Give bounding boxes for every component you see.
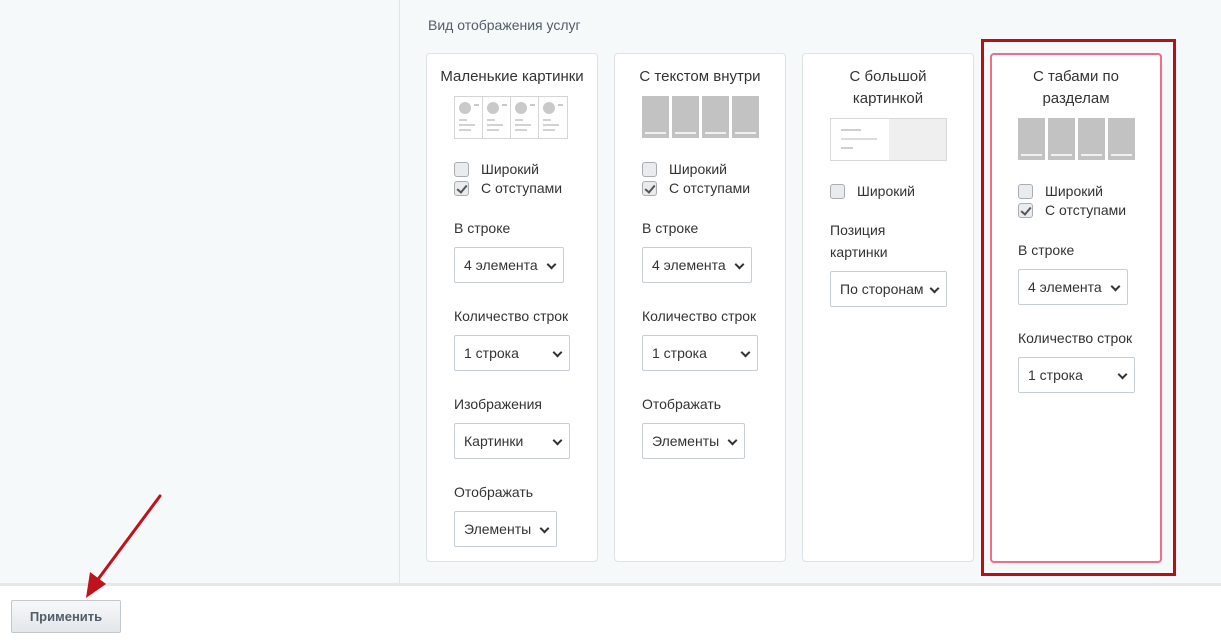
card-title: С текстом внутри (639, 68, 761, 85)
apply-button[interactable]: Применить (11, 600, 121, 633)
checkbox-box[interactable] (830, 183, 845, 199)
field-label: Отображать (642, 396, 722, 412)
card-title-line2: картинкой (852, 90, 924, 107)
field-label-line2: картинки (830, 244, 888, 260)
left-panel (0, 0, 400, 583)
wide-checkbox[interactable]: Широкий (642, 161, 727, 177)
chevron-down-icon (552, 435, 563, 446)
rows-count-select[interactable]: 1 строка (642, 335, 758, 371)
footer-bar (0, 583, 1221, 643)
margins-checkbox[interactable]: С отступами (642, 180, 750, 196)
preview-big-picture-icon (830, 118, 947, 161)
chevron-down-icon (740, 347, 751, 358)
per-row-select[interactable]: 4 элемента (454, 247, 564, 283)
display-select[interactable]: Элементы (642, 423, 745, 459)
picture-position-select[interactable]: По сторонам (830, 271, 947, 307)
chevron-down-icon (552, 347, 563, 358)
card-title: Маленькие картинки (440, 68, 584, 85)
field-label: Количество строк (642, 308, 757, 324)
field-label: В строке (642, 220, 699, 236)
preview-text-inside-icon (642, 96, 759, 138)
field-label: Отображать (454, 484, 534, 500)
view-card-big-picture[interactable]: С большой картинкой Широкий Позиция карт… (802, 53, 974, 562)
view-card-text-inside[interactable]: С текстом внутри Широкий С отступами В с… (614, 53, 786, 562)
checkbox-box[interactable] (642, 161, 657, 177)
section-title: Вид отображения услуг (428, 17, 581, 33)
highlight-frame (981, 39, 1176, 576)
view-card-small-pictures[interactable]: Маленькие картинки Широкий С отступами В… (426, 53, 598, 562)
field-label-line1: Позиция (830, 222, 886, 238)
preview-small-pictures-icon (454, 96, 568, 139)
field-label: Изображения (454, 396, 542, 412)
margins-checkbox[interactable]: С отступами (454, 180, 562, 196)
checkbox-box[interactable] (454, 161, 469, 177)
display-select[interactable]: Элементы (454, 511, 557, 547)
rows-count-select[interactable]: 1 строка (454, 335, 570, 371)
checkbox-box-checked[interactable] (454, 180, 469, 196)
card-title-line1: С большой (849, 68, 927, 85)
wide-checkbox[interactable]: Широкий (830, 183, 915, 199)
field-label: Количество строк (454, 308, 569, 324)
checkbox-box-checked[interactable] (642, 180, 657, 196)
field-label: В строке (454, 220, 511, 236)
images-select[interactable]: Картинки (454, 423, 570, 459)
wide-checkbox[interactable]: Широкий (454, 161, 539, 177)
per-row-select[interactable]: 4 элемента (642, 247, 752, 283)
